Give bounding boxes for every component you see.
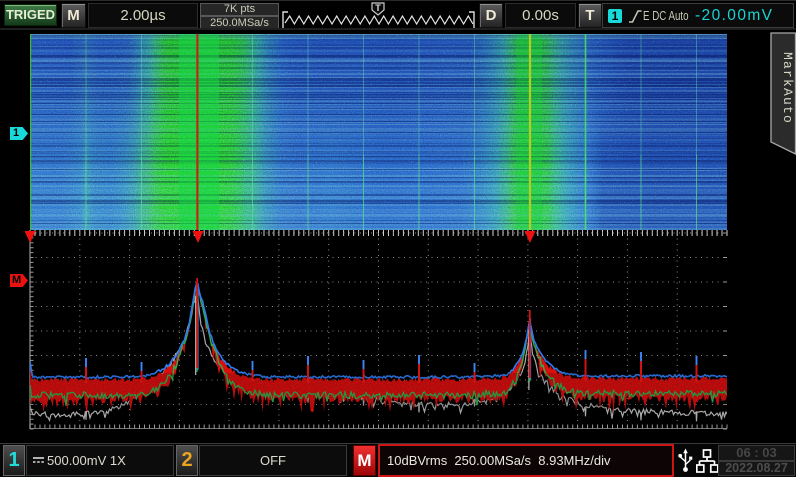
svg-text:MarkAuto: MarkAuto [780,52,795,124]
